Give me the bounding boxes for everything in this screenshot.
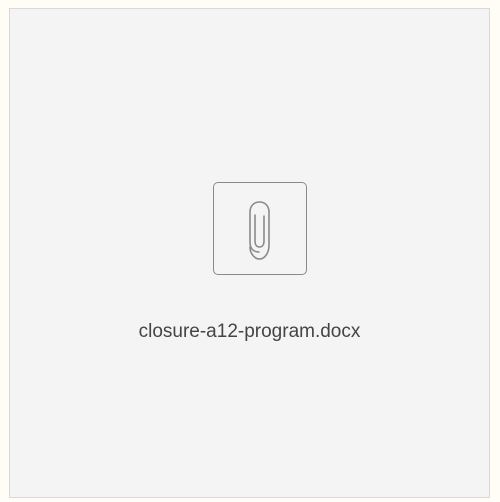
paperclip-icon	[249, 201, 270, 260]
attachment-file-name[interactable]: closure-a12-program.docx	[10, 321, 489, 343]
attachment-preview-card[interactable]: closure-a12-program.docx	[9, 8, 490, 498]
page: closure-a12-program.docx	[0, 0, 500, 502]
attachment-icon-box	[213, 182, 307, 275]
